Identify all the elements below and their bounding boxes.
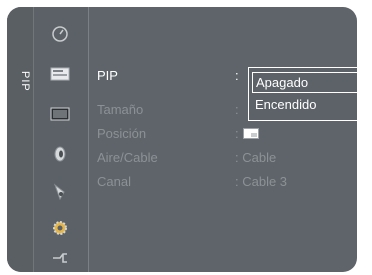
pip-options-dropdown[interactable]: Apagado Encendido (248, 67, 357, 121)
menu-row-position: Posición : (89, 124, 349, 144)
menu-row-label: Canal (97, 174, 131, 189)
menu-row-label: Posición (97, 126, 147, 141)
section-label: PIP (19, 71, 31, 92)
menu-row-label: PIP (97, 68, 118, 83)
menu-row-channel: Canal : Cable 3 (89, 172, 349, 192)
sound-icon[interactable] (50, 145, 70, 163)
dropdown-option-on[interactable]: Encendido (252, 95, 357, 116)
section-label-column: PIP (7, 7, 34, 272)
setup-icon[interactable] (50, 219, 70, 237)
menu-row-label: Tamaño (97, 102, 144, 117)
menu-content: PIP : Tamaño : Posición : Aire/Cable : C… (89, 7, 357, 272)
tv-osd-menu: PIP PIP: Tamaño: Posición: Aire/Cable… (7, 7, 357, 272)
menu-row-value: : Cable (235, 150, 277, 165)
menu-row-value: : (235, 102, 239, 117)
menu-row-label: Aire/Cable (97, 150, 158, 165)
input-icon[interactable] (50, 65, 70, 83)
dropdown-option-off[interactable]: Apagado (252, 72, 357, 93)
menu-row-value: : (235, 124, 259, 144)
menu-icon-column (34, 7, 89, 272)
plug-icon[interactable] (50, 249, 70, 267)
menu-row-value: : (235, 68, 239, 83)
menu-row-colon: : (235, 126, 239, 141)
menu-row-antenna: Aire/Cable : Cable (89, 148, 349, 168)
picture-icon[interactable] (50, 105, 70, 123)
menu-row-value: : Cable 3 (235, 174, 288, 189)
channel-icon[interactable] (50, 183, 70, 201)
clock-icon[interactable] (50, 25, 70, 43)
pip-position-thumbnail-icon (243, 128, 259, 139)
